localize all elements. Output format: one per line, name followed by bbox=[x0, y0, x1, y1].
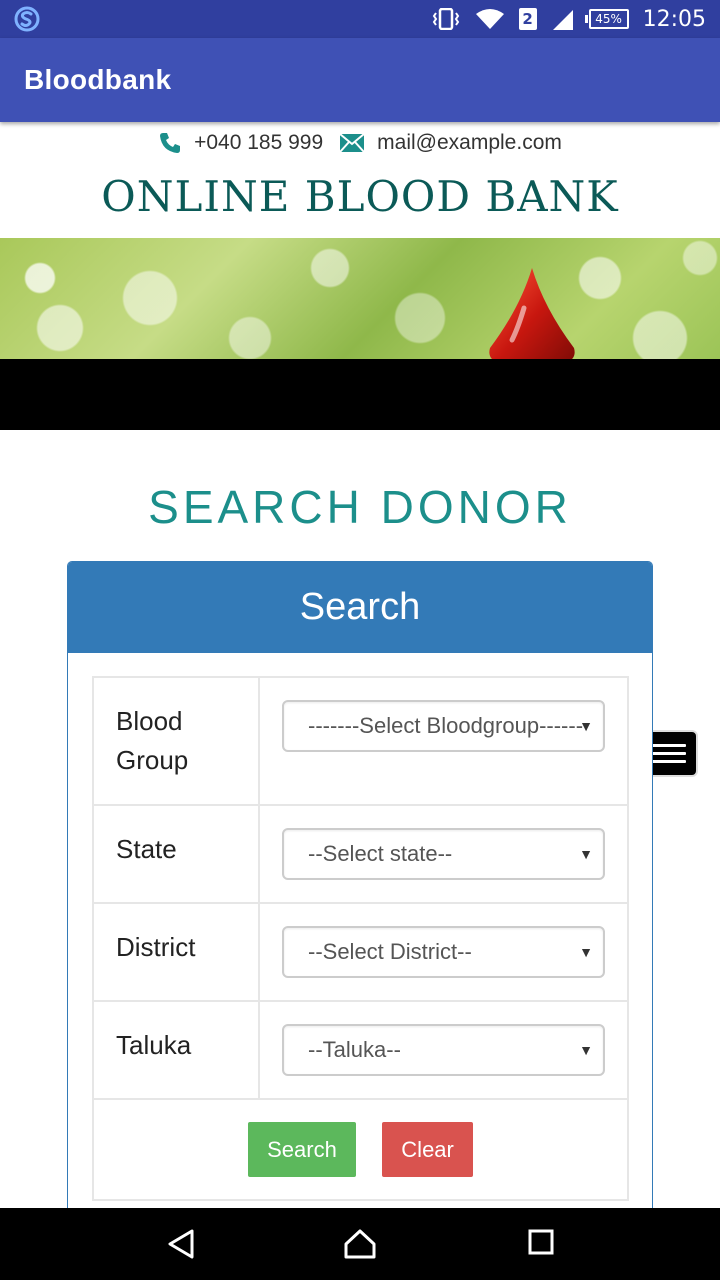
site-navbar bbox=[0, 359, 720, 777]
form-row-state: State --Select state-- ▼ bbox=[92, 804, 629, 904]
taluka-select[interactable]: --Taluka-- ▼ bbox=[282, 1024, 605, 1076]
back-icon[interactable] bbox=[166, 1228, 196, 1260]
s-app-icon bbox=[14, 6, 40, 32]
phone-contact[interactable]: +040 185 999 bbox=[158, 131, 323, 155]
site-title: ONLINE BLOOD BANK bbox=[101, 172, 619, 221]
recent-apps-icon[interactable] bbox=[527, 1228, 555, 1256]
search-button[interactable]: Search bbox=[248, 1122, 356, 1177]
district-select[interactable]: --Select District-- ▼ bbox=[282, 926, 605, 978]
form-row-actions: Search Clear bbox=[92, 1098, 629, 1201]
form-row-blood-group: Blood Group -------Select Bloodgroup----… bbox=[92, 676, 629, 806]
blood-group-select[interactable]: -------Select Bloodgroup------ ▼ bbox=[282, 700, 605, 752]
page-heading: SEARCH DONOR bbox=[148, 481, 572, 533]
sim-icon: 2 bbox=[518, 8, 537, 30]
blood-group-label: Blood Group bbox=[92, 676, 260, 806]
caret-down-icon: ▼ bbox=[579, 1042, 593, 1058]
blood-drop-image bbox=[489, 268, 575, 359]
state-select[interactable]: --Select state-- ▼ bbox=[282, 828, 605, 880]
search-panel: Search Blood Group -------Select Bloodgr… bbox=[67, 561, 653, 1221]
caret-down-icon: ▼ bbox=[579, 718, 593, 734]
header-banner bbox=[0, 238, 720, 359]
panel-title: Search bbox=[68, 562, 652, 653]
email-address: mail@example.com bbox=[377, 131, 562, 154]
envelope-icon bbox=[339, 133, 365, 153]
caret-down-icon: ▼ bbox=[579, 846, 593, 862]
contact-bar: +040 185 999 mail@example.com bbox=[0, 124, 720, 162]
phone-icon bbox=[160, 133, 181, 153]
clock: 12:05 bbox=[642, 6, 706, 32]
signal-icon bbox=[552, 10, 573, 30]
search-form: Blood Group -------Select Bloodgroup----… bbox=[92, 676, 629, 1201]
status-bar: 2 45% 12:05 bbox=[0, 0, 720, 38]
vibrate-icon bbox=[432, 8, 459, 30]
phone-number: +040 185 999 bbox=[194, 131, 324, 154]
district-label: District bbox=[92, 902, 260, 1002]
home-icon[interactable] bbox=[343, 1228, 377, 1260]
form-row-taluka: Taluka --Taluka-- ▼ bbox=[92, 1000, 629, 1100]
taluka-label: Taluka bbox=[92, 1000, 260, 1100]
caret-down-icon: ▼ bbox=[579, 944, 593, 960]
clear-button[interactable]: Clear bbox=[382, 1122, 473, 1177]
system-nav-bar bbox=[0, 1208, 720, 1280]
battery-icon: 45% bbox=[584, 9, 629, 29]
app-bar: Bloodbank bbox=[0, 38, 720, 122]
form-row-district: District --Select District-- ▼ bbox=[92, 902, 629, 1002]
wifi-icon bbox=[475, 9, 504, 29]
state-label: State bbox=[92, 804, 260, 904]
app-title: Bloodbank bbox=[24, 64, 172, 95]
email-contact[interactable]: mail@example.com bbox=[339, 131, 562, 155]
